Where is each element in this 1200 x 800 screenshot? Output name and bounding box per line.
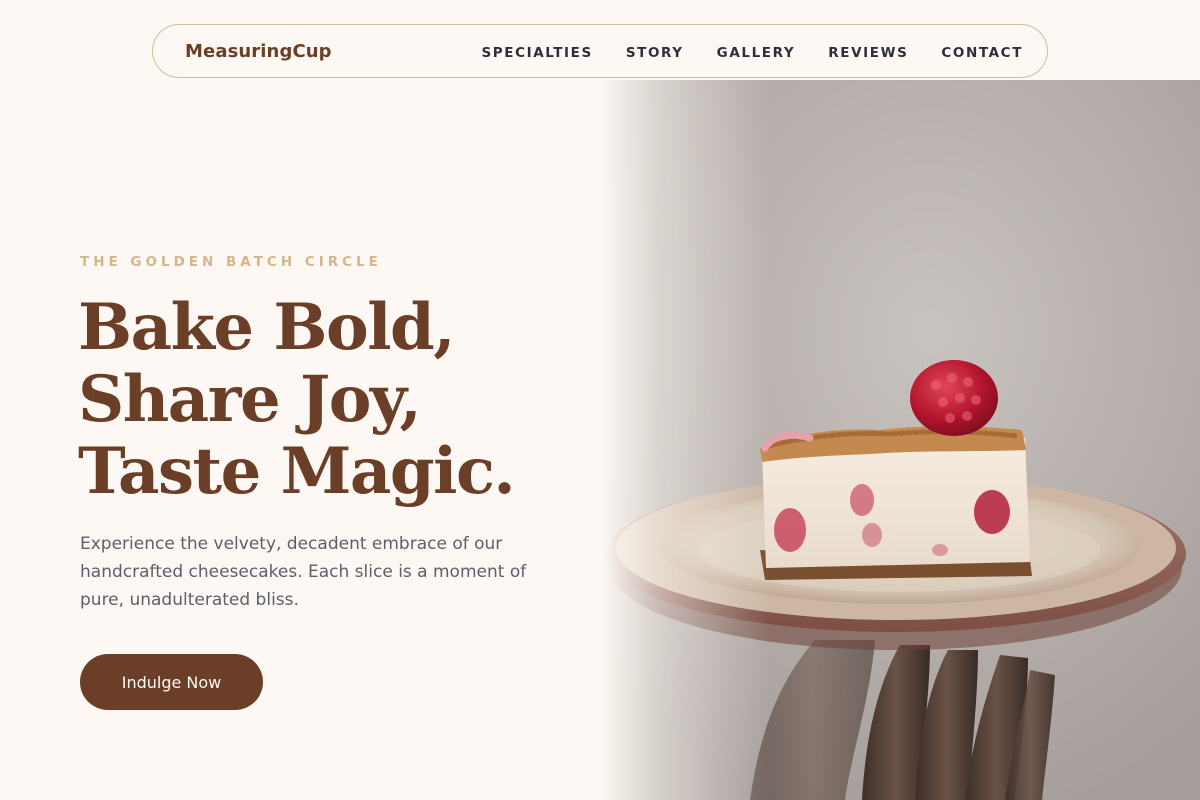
hero-image-fade bbox=[600, 80, 770, 800]
nav-link-specialties[interactable]: SPECIALTIES bbox=[481, 45, 592, 61]
headline-line-3: Taste Magic. bbox=[78, 434, 516, 509]
indulge-now-button[interactable]: Indulge Now bbox=[80, 654, 263, 710]
brand-logo[interactable]: MeasuringCup bbox=[185, 41, 332, 62]
hero-image bbox=[600, 80, 1200, 800]
top-navigation: MeasuringCup SPECIALTIES STORY GALLERY R… bbox=[152, 24, 1048, 78]
nav-item-contact: CONTACT bbox=[941, 42, 1023, 61]
hero-description: Experience the velvety, decadent embrace… bbox=[80, 534, 527, 610]
nav-link-story[interactable]: STORY bbox=[626, 45, 684, 61]
nav-link-gallery[interactable]: GALLERY bbox=[717, 45, 796, 61]
hero-headline: Bake Bold, Share Joy, Taste Magic. bbox=[78, 290, 516, 509]
hero-eyebrow: THE GOLDEN BATCH CIRCLE bbox=[80, 254, 382, 270]
nav-links: SPECIALTIES STORY GALLERY REVIEWS CONTAC… bbox=[481, 42, 1023, 61]
nav-item-story: STORY bbox=[626, 42, 684, 61]
headline-line-2: Share Joy, bbox=[78, 362, 422, 437]
nav-item-specialties: SPECIALTIES bbox=[481, 42, 592, 61]
nav-link-contact[interactable]: CONTACT bbox=[941, 45, 1023, 61]
nav-item-gallery: GALLERY bbox=[717, 42, 796, 61]
nav-link-reviews[interactable]: REVIEWS bbox=[828, 45, 908, 61]
nav-item-reviews: REVIEWS bbox=[828, 42, 908, 61]
headline-line-1: Bake Bold, bbox=[78, 290, 456, 365]
